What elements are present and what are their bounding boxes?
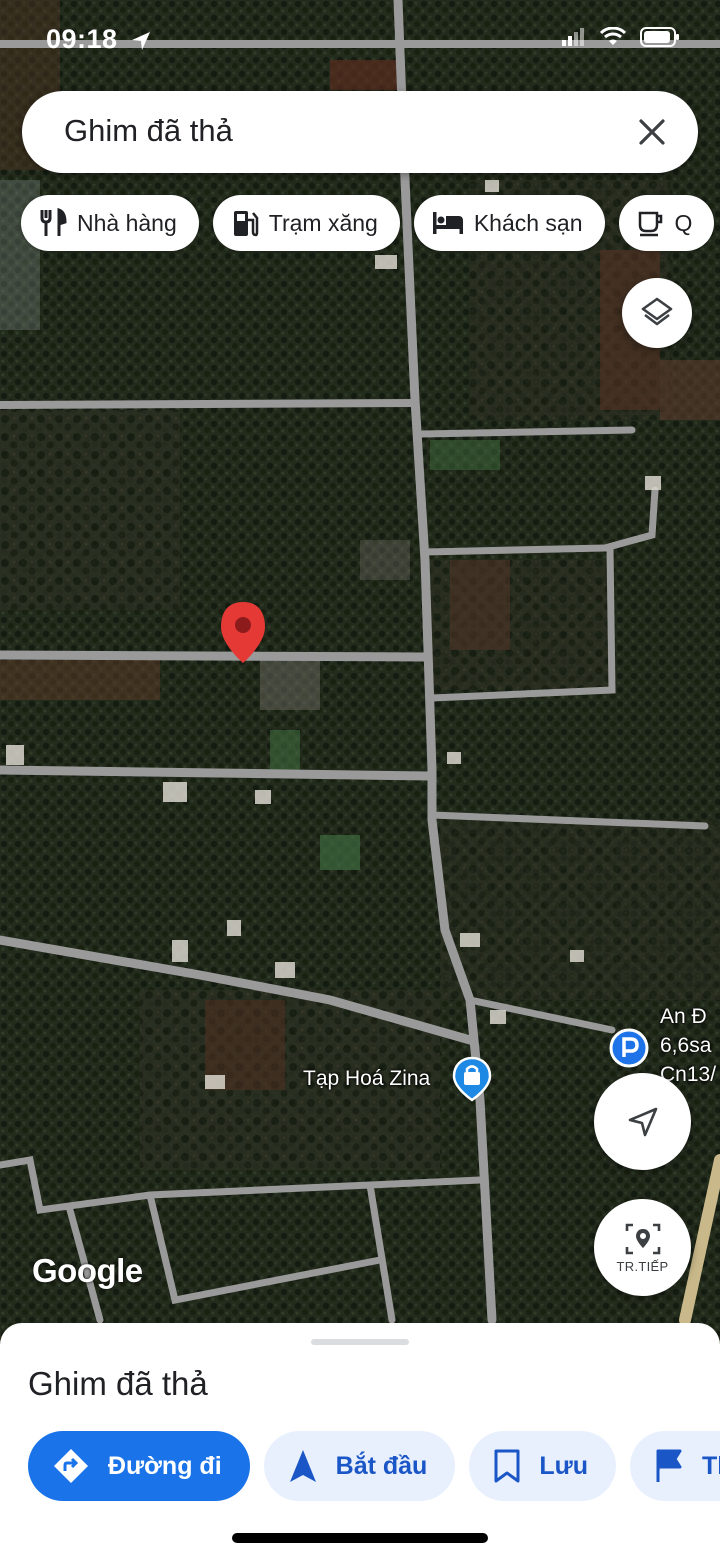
poi-parking-marker[interactable]: [609, 1028, 649, 1068]
close-button[interactable]: [628, 108, 676, 156]
chip-label: Trạm xăng: [268, 209, 378, 236]
status-time: 09:18: [46, 24, 118, 54]
start-label: Bắt đầu: [335, 1451, 428, 1480]
chip-coffee[interactable]: Q: [618, 195, 715, 251]
live-view-button[interactable]: TR.TIẾP: [594, 1199, 691, 1296]
directions-icon: [54, 1449, 88, 1483]
layers-icon: [641, 297, 673, 326]
gas-station-icon: [233, 211, 258, 237]
poi-parking-line2: 6,6sa: [660, 1034, 712, 1057]
label-label: Th: [701, 1451, 720, 1480]
live-view-icon: [625, 1223, 660, 1255]
google-logo: Google: [32, 1252, 143, 1289]
home-indicator: [232, 1533, 488, 1543]
navigation-arrow-icon: [289, 1450, 316, 1482]
label-button[interactable]: Th: [629, 1431, 720, 1501]
sheet-drag-handle[interactable]: [311, 1339, 409, 1345]
directions-label: Đường đi: [108, 1451, 222, 1480]
poi-shop-label[interactable]: Tạp Hoá Zina: [303, 1067, 430, 1091]
action-buttons: Đường đi Bắt đầu Lưu Th: [28, 1431, 720, 1501]
poi-shop-marker[interactable]: [452, 1056, 492, 1102]
save-label: Lưu: [539, 1451, 588, 1480]
layers-button[interactable]: [622, 278, 692, 348]
chip-gas-stations[interactable]: Trạm xăng: [212, 195, 400, 251]
place-bottom-sheet[interactable]: Ghim đã thả Đường đi Bắt đầu Lưu Th: [0, 1323, 720, 1557]
search-bar[interactable]: Ghim đã thả: [22, 91, 698, 173]
category-chips: Nhà hàng Trạm xăng Khách sạn Q: [21, 195, 715, 251]
my-location-button[interactable]: [594, 1073, 691, 1170]
place-title: Ghim đã thả: [28, 1365, 208, 1402]
poi-parking-line1: An Đ: [660, 1005, 707, 1028]
parking-icon: [609, 1028, 649, 1068]
directions-button[interactable]: Đường đi: [28, 1431, 250, 1501]
live-view-label: TR.TIẾP: [616, 1259, 669, 1274]
chip-restaurants[interactable]: Nhà hàng: [21, 195, 199, 251]
cellular-signal-icon: [562, 28, 584, 46]
battery-icon: [640, 27, 679, 47]
fork-knife-icon: [40, 208, 67, 236]
navigation-arrow-outline-icon: [628, 1107, 657, 1136]
close-icon: [639, 119, 665, 145]
start-button[interactable]: Bắt đầu: [263, 1431, 456, 1501]
bed-icon: [432, 212, 463, 234]
wifi-icon: [600, 27, 626, 45]
save-button[interactable]: Lưu: [469, 1431, 616, 1501]
flag-icon: [656, 1449, 682, 1482]
chip-hotels[interactable]: Khách sạn: [413, 195, 605, 251]
coffee-cup-icon: [638, 211, 662, 237]
bookmark-icon: [494, 1449, 520, 1483]
chip-label: Khách sạn: [473, 209, 583, 236]
status-bar: 09:18: [0, 0, 720, 80]
chip-label: Nhà hàng: [77, 209, 177, 236]
chip-label: Q: [674, 209, 693, 236]
location-arrow-icon: [132, 32, 150, 50]
search-input[interactable]: Ghim đã thả: [64, 113, 233, 149]
poi-parking-label[interactable]: An Đ 6,6sa Cn13/: [660, 1002, 716, 1089]
shopping-bag-icon: [452, 1056, 492, 1102]
